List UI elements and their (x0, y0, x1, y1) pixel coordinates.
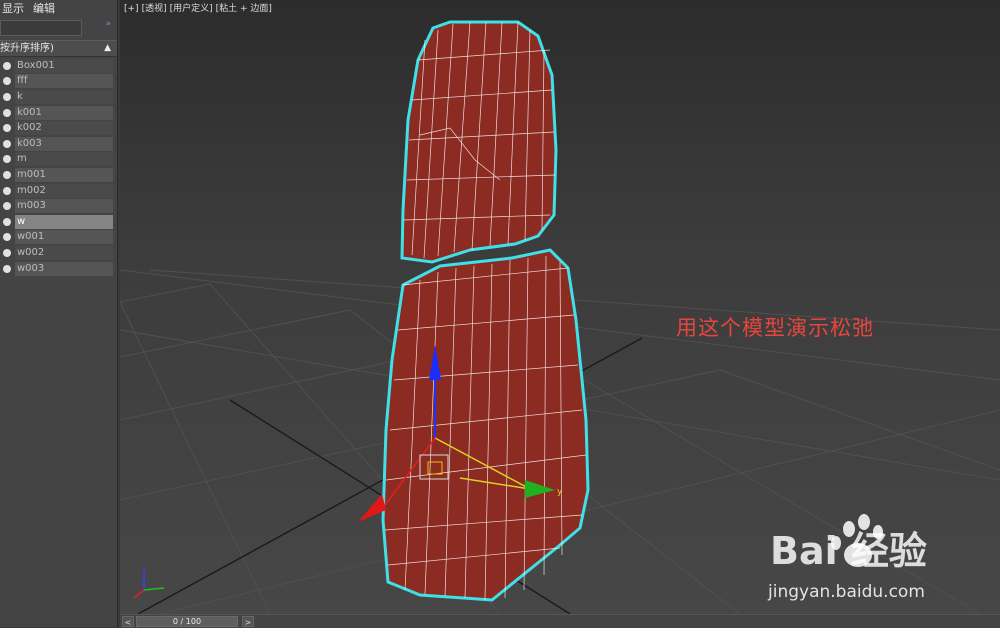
visibility-bulb-icon[interactable] (3, 124, 11, 133)
scene-object-name: k (15, 89, 113, 104)
scene-object-row[interactable]: fff (0, 74, 117, 90)
viewport-label-2[interactable]: [用户定义] (170, 4, 213, 14)
scene-object-name: m003 (15, 199, 113, 214)
visibility-bulb-icon[interactable] (3, 61, 11, 70)
scene-object-row[interactable]: w003 (0, 261, 117, 277)
timeline-next-button[interactable]: > (242, 616, 254, 627)
scene-object-row[interactable]: w (0, 214, 117, 230)
perspective-viewport[interactable]: y [+] [透视] [用户定义] [粘土 + 边面] 用这个模型演示松弛 Bai 经… (120, 0, 1000, 614)
scene-object-name: w002 (15, 245, 113, 260)
visibility-bulb-icon[interactable] (3, 77, 11, 86)
scene-object-name: Box001 (15, 58, 113, 73)
scene-object-row[interactable]: m003 (0, 198, 117, 214)
scene-explorer-panel: 显示 编辑 » 按升序排序) ▲ Box001 fff k k001 k002 k003 m… (0, 0, 118, 627)
visibility-bulb-icon[interactable] (3, 170, 11, 179)
visibility-bulb-icon[interactable] (3, 233, 11, 242)
scene-object-name: m001 (15, 167, 113, 182)
visibility-bulb-icon[interactable] (3, 139, 11, 148)
visibility-bulb-icon[interactable] (3, 217, 11, 226)
scene-object-name: m002 (15, 183, 113, 198)
scene-object-row[interactable]: m001 (0, 167, 117, 183)
visibility-bulb-icon[interactable] (3, 108, 11, 117)
scene-object-name: k002 (15, 121, 113, 136)
viewport-label-3[interactable]: [粘土 + 边面] (216, 4, 272, 14)
visibility-bulb-icon[interactable] (3, 264, 11, 273)
visibility-bulb-icon[interactable] (3, 186, 11, 195)
visibility-bulb-icon[interactable] (3, 92, 11, 101)
scene-object-row[interactable]: Box001 (0, 58, 117, 74)
scene-object-list: Box001 fff k k001 k002 k003 m m001 m002 m003 w w001… (0, 58, 117, 276)
model-upper-block (400, 20, 558, 264)
model-lower-block (381, 248, 590, 602)
scene-object-row[interactable]: m002 (0, 183, 117, 199)
timeline-slider[interactable]: 0 / 100 (136, 616, 238, 627)
filter-row: » (0, 16, 117, 40)
menu-display[interactable]: 显示 (0, 0, 31, 16)
menu-edit[interactable]: 编辑 (31, 0, 62, 16)
sort-column-label: 按升序排序) (0, 43, 54, 54)
scene-object-name: w001 (15, 230, 113, 245)
visibility-bulb-icon[interactable] (3, 202, 11, 211)
scene-object-name: k001 (15, 105, 113, 120)
axis-tripod-icon (133, 568, 165, 599)
scene-object-row[interactable]: k (0, 89, 117, 105)
sort-ascending-icon: ▲ (104, 43, 111, 53)
viewport-label-1[interactable]: [透视] (142, 4, 167, 14)
viewport-label-0[interactable]: [+] (124, 4, 139, 14)
watermark-site: jingyan.baidu.com (768, 582, 925, 602)
scene-object-row[interactable]: m (0, 152, 117, 168)
double-chevron-right-icon[interactable]: » (105, 19, 111, 29)
sort-column-header[interactable]: 按升序排序) ▲ (0, 40, 117, 57)
menu-bar: 显示 编辑 (0, 0, 117, 16)
scene-object-row[interactable]: k003 (0, 136, 117, 152)
scene-object-name: w003 (15, 261, 113, 276)
scene-object-row[interactable]: w002 (0, 245, 117, 261)
visibility-bulb-icon[interactable] (3, 155, 11, 164)
scene-object-row[interactable]: w001 (0, 230, 117, 246)
scene-object-name: fff (15, 74, 113, 89)
search-input[interactable] (0, 20, 82, 36)
viewport-label-bar: [+] [透视] [用户定义] [粘土 + 边面] (124, 1, 275, 14)
scene-object-name: w (15, 214, 113, 229)
scene-object-row[interactable]: k002 (0, 120, 117, 136)
watermark-brand: Bai 经验 (770, 529, 927, 573)
timeline-bar: < 0 / 100 > (120, 614, 1000, 628)
visibility-bulb-icon[interactable] (3, 248, 11, 257)
scene-object-name: k003 (15, 136, 113, 151)
gizmo-axis-label: y (557, 487, 563, 497)
timeline-prev-button[interactable]: < (122, 616, 134, 627)
scene-object-name: m (15, 152, 113, 167)
scene-object-row[interactable]: k001 (0, 105, 117, 121)
annotation-text: 用这个模型演示松弛 (676, 316, 874, 340)
